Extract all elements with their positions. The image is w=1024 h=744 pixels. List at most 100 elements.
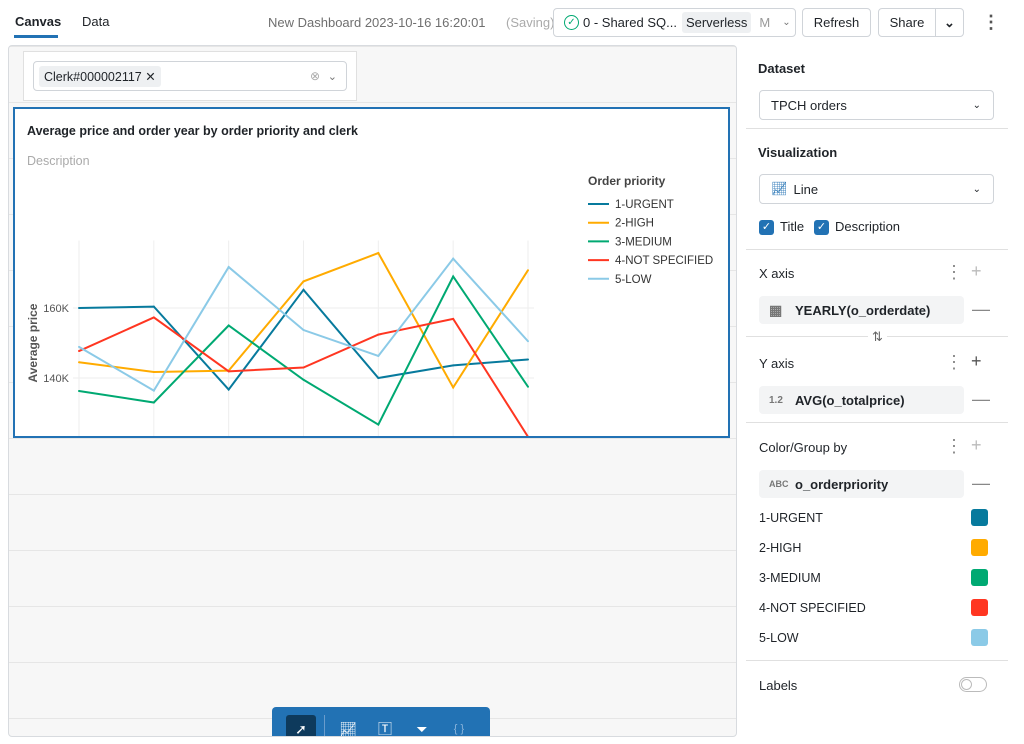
data-point [152,316,155,319]
checkbox-checked-icon: ✓ [759,220,774,236]
chevron-down-icon: ⌄ [972,99,981,111]
add-x-axis-icon[interactable]: + [971,261,982,282]
y-axis-field[interactable]: 1.2 AVG(o_totalprice) [759,386,964,414]
data-point [302,329,305,332]
clerk-filter-select[interactable]: Clerk#000002117 ✕ ⊗ ⌄ [33,61,347,91]
data-point [527,340,529,343]
data-point [152,371,155,374]
filter-chip-label: Clerk#000002117 [44,69,142,84]
visualization-select[interactable]: 📈︎ Line ⌄ [759,174,994,204]
add-chart-icon[interactable]: 📈︎ [333,715,363,737]
color-swatch[interactable] [971,569,988,586]
active-tab-indicator [14,35,58,38]
color-swatch[interactable] [971,539,988,556]
line-chart: 1992199319941995199619971998140K160KOrde… [26,174,713,436]
data-point [452,364,455,367]
dashboard-title[interactable]: New Dashboard 2023-10-16 16:20:01 [268,15,486,30]
data-point [227,266,230,269]
add-group-icon[interactable]: + [971,435,982,456]
color-swatch[interactable] [971,509,988,526]
data-point [527,358,529,361]
dataset-value: TPCH orders [771,97,847,113]
color-legend-label: 2-HIGH [759,541,802,555]
check-circle-icon: ✓ [564,15,579,30]
group-options-icon[interactable]: ⋮ [945,436,963,457]
data-point [78,361,80,364]
x-axis-label: X axis [759,266,795,281]
more-options-icon[interactable]: ⋮ [982,12,1000,33]
y-axis-field-name: AVG(o_totalprice) [795,392,905,408]
data-point [377,252,380,255]
y-axis-title: Average price [26,303,40,382]
add-filter-icon[interactable]: ⏷ [407,715,437,737]
clear-icon[interactable]: ⊗ [310,69,320,83]
select-pointer-icon[interactable]: ➚ [286,715,316,736]
x-axis-field-name: YEARLY(o_orderdate) [795,302,931,318]
data-point [302,366,305,369]
color-swatch[interactable] [971,599,988,616]
calendar-icon: ▦ [769,301,783,318]
data-point [452,257,455,260]
share-menu-chevron-icon[interactable]: ⌄ [935,8,964,37]
color-swatch[interactable] [971,629,988,646]
chevron-down-icon[interactable]: ⌄ [328,70,337,83]
legend-label: 5-LOW [615,274,652,286]
data-point [527,269,529,272]
data-point [452,275,455,278]
warehouse-name: 0 - Shared SQ... [583,15,677,30]
warehouse-type: Serverless [681,12,752,33]
legend-title: Order priority [588,174,666,188]
swap-axes-icon[interactable]: ⇅ [868,329,887,345]
data-point [227,370,230,373]
data-point [302,378,305,381]
share-button[interactable]: Share [878,8,936,37]
add-text-icon[interactable]: 🅃 [370,715,400,736]
warehouse-selector[interactable]: ✓ 0 - Shared SQ... Serverless M ⌄ [553,8,796,37]
data-point [452,386,455,389]
data-point [377,377,380,379]
data-point [452,317,455,320]
remove-y-field-icon[interactable]: — [972,389,990,410]
tab-canvas[interactable]: Canvas [15,14,61,29]
data-point [377,423,380,426]
data-point [78,389,80,392]
dashboard-canvas[interactable]: Clerk#000002117 ✕ ⊗ ⌄ 199219931994199519… [8,45,737,737]
chart-widget[interactable]: 1992199319941995199619971998140K160KOrde… [13,107,730,438]
title-checkbox[interactable]: ✓ Title [759,219,804,236]
saving-status: (Saving) [506,15,555,30]
data-point [227,388,230,391]
tab-data[interactable]: Data [82,14,109,29]
data-point [302,288,305,291]
remove-chip-icon[interactable]: ✕ [145,70,155,84]
description-checkbox[interactable]: ✓ Description [814,219,900,236]
widget-description: Description [27,154,90,168]
labels-label: Labels [759,678,798,693]
group-field[interactable]: ABC o_orderpriority [759,470,964,498]
remove-x-field-icon[interactable]: — [972,299,990,320]
labels-toggle[interactable] [959,677,987,692]
add-y-axis-icon[interactable]: + [971,351,982,372]
data-point [302,280,305,283]
divider [746,660,1008,661]
refresh-button[interactable]: Refresh [802,8,871,37]
string-type-icon: ABC [769,479,789,489]
remove-group-field-icon[interactable]: — [972,473,990,494]
y-axis-label: Y axis [759,356,795,371]
dataset-select[interactable]: TPCH orders ⌄ [759,90,994,120]
x-axis-field[interactable]: ▦ YEARLY(o_orderdate) [759,296,964,324]
y-axis-options-icon[interactable]: ⋮ [945,352,963,373]
color-legend-label: 3-MEDIUM [759,571,821,585]
visualization-label: Visualization [758,145,838,160]
divider [746,128,1008,129]
color-legend-label: 5-LOW [759,631,799,645]
y-tick-label: 140K [43,373,69,385]
line-chart-icon: 📈︎ [771,181,788,196]
x-axis-options-icon[interactable]: ⋮ [945,262,963,283]
color-legend-label: 4-NOT SPECIFIED [759,601,866,615]
add-parameter-icon[interactable]: { } [444,715,474,736]
color-legend-label: 1-URGENT [759,511,823,525]
warehouse-size: M [759,15,771,30]
numeric-type-icon: 1.2 [769,394,783,406]
group-by-label: Color/Group by [759,440,848,455]
group-field-name: o_orderpriority [795,476,889,492]
